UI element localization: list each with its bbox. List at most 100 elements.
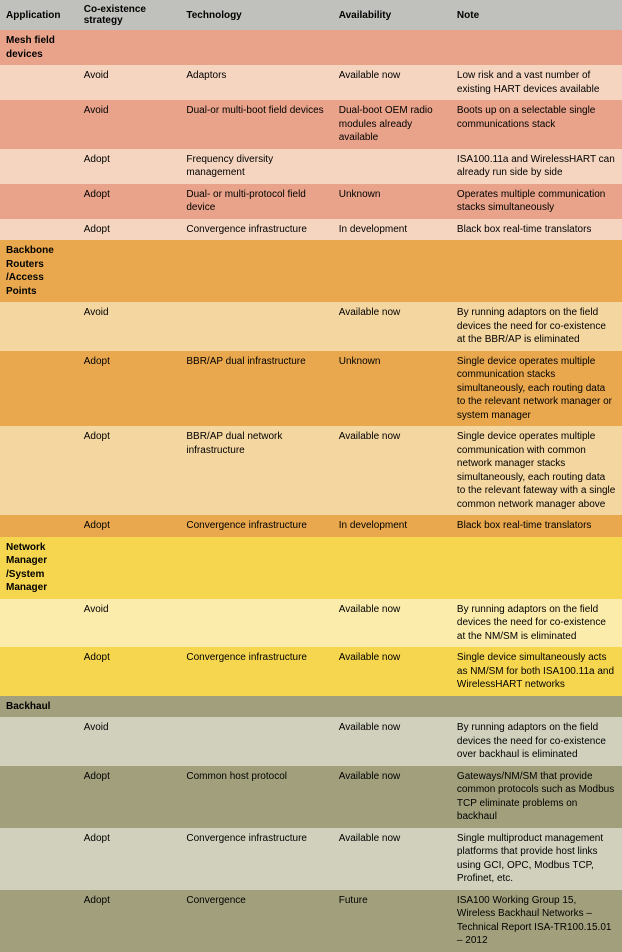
- app-cell: [0, 302, 78, 351]
- tech-cell: BBR/AP dual infrastructure: [180, 351, 332, 427]
- avail-cell: [333, 149, 451, 184]
- tech-cell: Convergence infrastructure: [180, 515, 332, 537]
- avail-cell: Available now: [333, 717, 451, 766]
- strategy-cell: Avoid: [78, 302, 181, 351]
- avail-cell: Available now: [333, 647, 451, 696]
- avail-cell: In development: [333, 219, 451, 241]
- strategy-cell: Adopt: [78, 647, 181, 696]
- table-row: Avoid Available nowBy running adaptors on…: [0, 302, 622, 351]
- avail-cell: Dual-boot OEM radio modules already avai…: [333, 100, 451, 149]
- strategy-cell: Avoid: [78, 717, 181, 766]
- strategy-cell: Avoid: [78, 599, 181, 648]
- app-cell: [0, 647, 78, 696]
- header-row: Application Co-existence strategy Techno…: [0, 0, 622, 30]
- table-row: AdoptConvergence infrastructureAvailable…: [0, 647, 622, 696]
- section-header: Backhaul: [0, 696, 622, 718]
- app-cell: [0, 599, 78, 648]
- app-cell: [0, 766, 78, 828]
- note-cell: By running adaptors on the field devices…: [451, 717, 622, 766]
- table-row: AdoptDual- or multi-protocol field devic…: [0, 184, 622, 219]
- tech-cell: Convergence infrastructure: [180, 828, 332, 890]
- strategy-cell: Adopt: [78, 828, 181, 890]
- app-cell: [0, 890, 78, 952]
- avail-cell: Unknown: [333, 351, 451, 427]
- col-application: Application: [0, 0, 78, 30]
- tech-cell: Convergence infrastructure: [180, 647, 332, 696]
- note-cell: Gateways/NM/SM that provide common proto…: [451, 766, 622, 828]
- section-title: Network Manager /System Manager: [0, 537, 78, 599]
- table-row: AvoidAdaptorsAvailable nowLow risk and a…: [0, 65, 622, 100]
- note-cell: Low risk and a vast number of existing H…: [451, 65, 622, 100]
- tech-cell: Adaptors: [180, 65, 332, 100]
- strategy-cell: Adopt: [78, 351, 181, 427]
- tech-cell: Frequency diversity management: [180, 149, 332, 184]
- section-header: Mesh field devices: [0, 30, 622, 65]
- avail-cell: Available now: [333, 426, 451, 515]
- app-cell: [0, 65, 78, 100]
- app-cell: [0, 149, 78, 184]
- app-cell: [0, 100, 78, 149]
- tech-cell: [180, 599, 332, 648]
- table-row: Avoid Available nowBy running adaptors on…: [0, 717, 622, 766]
- strategy-cell: Adopt: [78, 766, 181, 828]
- tech-cell: BBR/AP dual network infrastructure: [180, 426, 332, 515]
- avail-cell: Available now: [333, 599, 451, 648]
- table-row: AdoptFrequency diversity management ISA10…: [0, 149, 622, 184]
- section-header: Backbone Routers /Access Points: [0, 240, 622, 302]
- note-cell: By running adaptors on the field devices…: [451, 599, 622, 648]
- tech-cell: Dual-or multi-boot field devices: [180, 100, 332, 149]
- table-row: AdoptConvergence infrastructureIn develo…: [0, 219, 622, 241]
- avail-cell: Available now: [333, 65, 451, 100]
- app-cell: [0, 828, 78, 890]
- app-cell: [0, 717, 78, 766]
- note-cell: Boots up on a selectable single communic…: [451, 100, 622, 149]
- table-row: Avoid Available nowBy running adaptors on…: [0, 599, 622, 648]
- section-header: Network Manager /System Manager: [0, 537, 622, 599]
- tech-cell: Dual- or multi-protocol field device: [180, 184, 332, 219]
- strategy-cell: Adopt: [78, 890, 181, 952]
- app-cell: [0, 351, 78, 427]
- avail-cell: Future: [333, 890, 451, 952]
- note-cell: Single device simultaneously acts as NM/…: [451, 647, 622, 696]
- strategy-cell: Adopt: [78, 219, 181, 241]
- col-technology: Technology: [180, 0, 332, 30]
- app-cell: [0, 184, 78, 219]
- note-cell: Single device operates multiple communic…: [451, 426, 622, 515]
- note-cell: Operates multiple communication stacks s…: [451, 184, 622, 219]
- avail-cell: Available now: [333, 828, 451, 890]
- tech-cell: [180, 717, 332, 766]
- avail-cell: Available now: [333, 766, 451, 828]
- strategy-cell: Avoid: [78, 100, 181, 149]
- section-title: Backbone Routers /Access Points: [0, 240, 78, 302]
- tech-cell: Convergence infrastructure: [180, 219, 332, 241]
- strategy-cell: Adopt: [78, 184, 181, 219]
- avail-cell: Unknown: [333, 184, 451, 219]
- tech-cell: Common host protocol: [180, 766, 332, 828]
- table-row: AdoptConvergence infrastructureIn develo…: [0, 515, 622, 537]
- note-cell: Single device operates multiple communic…: [451, 351, 622, 427]
- table-row: AdoptBBR/AP dual network infrastructureA…: [0, 426, 622, 515]
- col-note: Note: [451, 0, 622, 30]
- strategy-cell: Adopt: [78, 149, 181, 184]
- note-cell: ISA100.11a and WirelessHART can already …: [451, 149, 622, 184]
- note-cell: By running adaptors on the field devices…: [451, 302, 622, 351]
- table-row: AvoidDual-or multi-boot field devicesDua…: [0, 100, 622, 149]
- strategy-cell: Avoid: [78, 65, 181, 100]
- app-cell: [0, 515, 78, 537]
- table-row: AdoptCommon host protocolAvailable nowGa…: [0, 766, 622, 828]
- strategy-cell: Adopt: [78, 515, 181, 537]
- section-title: Backhaul: [0, 696, 78, 718]
- note-cell: Black box real-time translators: [451, 515, 622, 537]
- col-availability: Availability: [333, 0, 451, 30]
- avail-cell: Available now: [333, 302, 451, 351]
- coexistence-table: Application Co-existence strategy Techno…: [0, 0, 622, 952]
- note-cell: Black box real-time translators: [451, 219, 622, 241]
- strategy-cell: Adopt: [78, 426, 181, 515]
- tech-cell: [180, 302, 332, 351]
- table-row: AdoptConvergence infrastructureAvailable…: [0, 828, 622, 890]
- avail-cell: In development: [333, 515, 451, 537]
- note-cell: ISA100 Working Group 15, Wireless Backha…: [451, 890, 622, 952]
- section-title: Mesh field devices: [0, 30, 78, 65]
- table-row: AdoptConvergenceFutureISA100 Working Gro…: [0, 890, 622, 952]
- app-cell: [0, 426, 78, 515]
